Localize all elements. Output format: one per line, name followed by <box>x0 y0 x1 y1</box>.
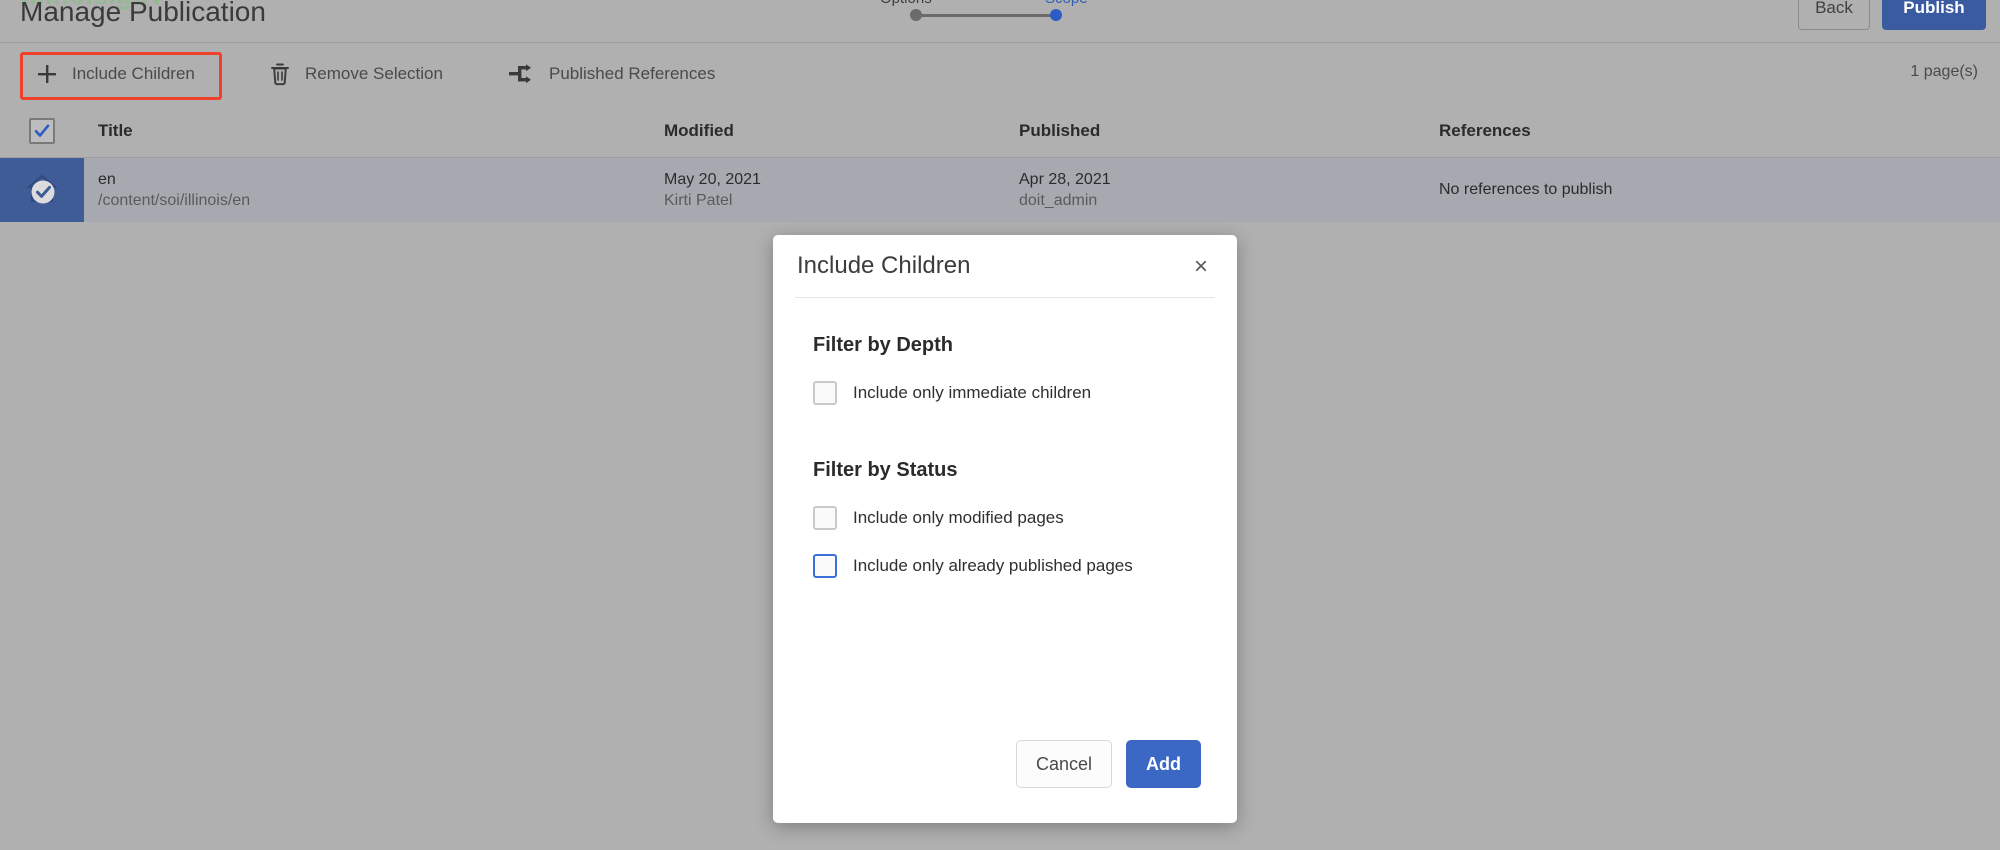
include-children-label: Include Children <box>72 64 195 83</box>
publication-table: Title Modified Published References en /… <box>0 104 2000 222</box>
published-references-label: Published References <box>549 64 716 83</box>
column-header-published[interactable]: Published <box>1019 121 1439 141</box>
option-immediate-children-label: Include only immediate children <box>853 383 1092 402</box>
row-path: /content/soi/illinois/en <box>98 191 251 209</box>
option-already-published-pages[interactable]: Include only already published pages <box>813 554 1197 578</box>
header-actions: Back Publish <box>1798 0 1986 30</box>
table-row[interactable]: en /content/soi/illinois/en May 20, 2021… <box>0 158 2000 222</box>
wizard-step-options-label[interactable]: Options <box>880 0 932 7</box>
column-header-modified[interactable]: Modified <box>664 121 1019 141</box>
row-published-cell: Apr 28, 2021 doit_admin <box>1019 158 1439 222</box>
trash-icon <box>269 62 291 86</box>
dialog-title: Include Children <box>797 252 971 279</box>
top-bar: illinois.gov Manage Publication Options … <box>0 0 2000 42</box>
check-icon <box>34 124 50 137</box>
select-all-checkbox[interactable] <box>29 117 55 144</box>
row-modified-by: Kirti Patel <box>664 191 733 209</box>
table-header-row: Title Modified Published References <box>0 104 2000 158</box>
column-header-references[interactable]: References <box>1439 121 2000 141</box>
include-children-dialog: Include Children × Filter by Depth Inclu… <box>773 235 1237 823</box>
published-references-button[interactable]: Published References <box>495 51 729 97</box>
select-all-cell <box>0 117 84 144</box>
option-already-published-pages-label: Include only already published pages <box>853 556 1133 575</box>
row-title-cell: en /content/soi/illinois/en <box>84 158 664 222</box>
cancel-button[interactable]: Cancel <box>1016 740 1112 788</box>
dialog-footer: Cancel Add <box>773 727 1237 823</box>
references-branch-icon <box>509 63 535 85</box>
checkbox-immediate-children[interactable] <box>813 381 837 405</box>
wizard-step-scope-label[interactable]: Scope <box>1045 0 1088 7</box>
row-published-date: Apr 28, 2021 <box>1019 170 1111 188</box>
option-immediate-children[interactable]: Include only immediate children <box>813 381 1197 405</box>
row-references-cell: No references to publish <box>1439 181 1613 198</box>
row-modified-cell: May 20, 2021 Kirti Patel <box>664 158 1019 222</box>
row-modified-date: May 20, 2021 <box>664 170 761 188</box>
wizard-steps: Options Scope <box>880 0 1120 36</box>
checkbox-already-published-pages[interactable] <box>813 554 837 578</box>
close-icon[interactable]: × <box>1185 251 1217 283</box>
wizard-dot-options[interactable] <box>910 9 922 21</box>
remove-selection-label: Remove Selection <box>305 64 443 83</box>
row-title: en <box>98 170 116 188</box>
dialog-body: Filter by Depth Include only immediate c… <box>773 298 1237 578</box>
publish-button[interactable]: Publish <box>1882 0 1986 30</box>
option-modified-pages-label: Include only modified pages <box>853 508 1064 527</box>
remove-selection-button[interactable]: Remove Selection <box>255 51 457 97</box>
manage-publication-screen: illinois.gov Manage Publication Options … <box>0 0 2000 850</box>
action-toolbar: Include Children Remove Selection Publis… <box>0 42 2000 104</box>
plus-icon <box>36 63 58 85</box>
filter-by-depth-heading: Filter by Depth <box>813 334 954 356</box>
page-title: Manage Publication <box>20 0 266 27</box>
wizard-dot-scope[interactable] <box>1050 9 1062 21</box>
row-published-by: doit_admin <box>1019 191 1098 209</box>
row-selected-indicator <box>20 168 64 212</box>
check-circle-badge <box>31 180 55 204</box>
row-select-cell[interactable] <box>0 158 84 222</box>
option-modified-pages[interactable]: Include only modified pages <box>813 506 1197 530</box>
dialog-header: Include Children × <box>773 235 1237 297</box>
include-children-button[interactable]: Include Children <box>22 51 209 97</box>
add-button[interactable]: Add <box>1126 740 1201 788</box>
page-count-label: 1 page(s) <box>1910 63 1978 80</box>
checkbox-modified-pages[interactable] <box>813 506 837 530</box>
back-button[interactable]: Back <box>1798 0 1870 30</box>
column-header-title[interactable]: Title <box>84 121 664 141</box>
filter-by-status-heading: Filter by Status <box>813 459 958 481</box>
wizard-track <box>918 14 1058 17</box>
